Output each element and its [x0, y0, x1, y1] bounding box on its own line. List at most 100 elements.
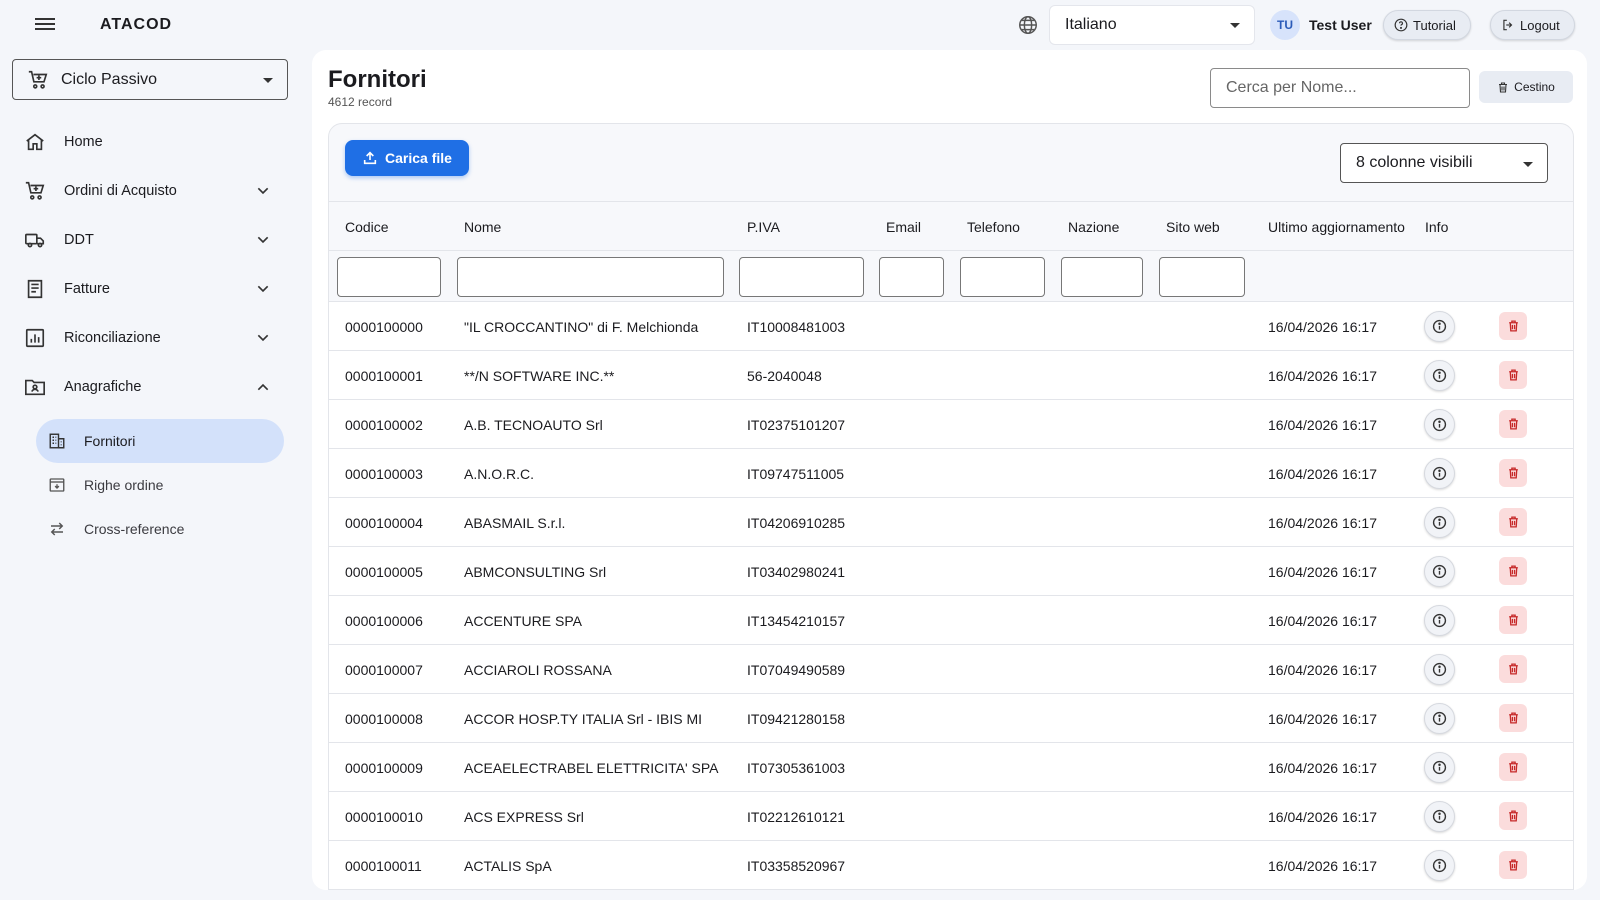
column-header-codice[interactable]: Codice — [345, 219, 389, 235]
info-button[interactable] — [1424, 409, 1455, 440]
data-table: Carica file 8 colonne visibili Codice No… — [328, 123, 1574, 890]
table-row[interactable]: 0000100009 ACEAELECTRABEL ELETTRICITA' SP… — [329, 743, 1573, 792]
column-header-nazione[interactable]: Nazione — [1068, 219, 1119, 235]
truck-icon — [25, 233, 45, 248]
delete-button[interactable] — [1499, 312, 1527, 340]
info-button[interactable] — [1424, 556, 1455, 587]
sidebar-item-fatture[interactable]: Fatture — [0, 269, 290, 309]
info-button[interactable] — [1424, 801, 1455, 832]
cell-nome: ACCOR HOSP.TY ITALIA Srl - IBIS MI — [464, 711, 703, 727]
cell-piva: IT02212610121 — [747, 809, 846, 825]
info-icon — [1432, 809, 1447, 824]
cell-aggiornamento: 16/04/2026 16:17 — [1268, 319, 1377, 335]
chevron-down-icon — [257, 334, 269, 342]
table-row[interactable]: 0000100002 A.B. TECNOAUTO Srl IT0237510120… — [329, 400, 1573, 449]
delete-button[interactable] — [1499, 753, 1527, 781]
info-button[interactable] — [1424, 311, 1455, 342]
delete-button[interactable] — [1499, 704, 1527, 732]
cell-aggiornamento: 16/04/2026 16:17 — [1268, 515, 1377, 531]
cell-piva: IT02375101207 — [747, 417, 846, 433]
cell-aggiornamento: 16/04/2026 16:17 — [1268, 466, 1377, 482]
info-button[interactable] — [1424, 703, 1455, 734]
trash-icon — [1508, 810, 1518, 822]
filter-piva-input[interactable] — [739, 257, 864, 297]
upload-file-button[interactable]: Carica file — [345, 140, 469, 176]
delete-button[interactable] — [1499, 361, 1527, 389]
info-button[interactable] — [1424, 850, 1455, 881]
sidebar-item-ddt[interactable]: DDT — [0, 220, 290, 260]
info-icon — [1432, 515, 1447, 530]
avatar[interactable]: TU — [1270, 10, 1300, 40]
table-row[interactable]: 0000100006 ACCENTURE SPA IT13454210157 16/0… — [329, 596, 1573, 645]
app-brand: ATACOD — [100, 16, 173, 33]
filter-codice-input[interactable] — [337, 257, 441, 297]
cell-aggiornamento: 16/04/2026 16:17 — [1268, 858, 1377, 874]
filter-nazione-input[interactable] — [1061, 257, 1143, 297]
table-row[interactable]: 0000100003 A.N.O.R.C. IT09747511005 16/04/2… — [329, 449, 1573, 498]
info-button[interactable] — [1424, 360, 1455, 391]
sidebar-subitem-righe-ordine[interactable]: Righe ordine — [36, 463, 284, 507]
language-select[interactable]: Italiano — [1049, 5, 1255, 45]
chevron-up-icon — [257, 383, 269, 391]
sidebar-item-ordini[interactable]: Ordini di Acquisto — [0, 171, 290, 211]
table-row[interactable]: 0000100004 ABASMAIL S.r.l. IT04206910285 16… — [329, 498, 1573, 547]
info-button[interactable] — [1424, 752, 1455, 783]
columns-visibility-select[interactable]: 8 colonne visibili — [1340, 143, 1548, 183]
column-header-nome[interactable]: Nome — [464, 219, 501, 235]
filter-sito-web-input[interactable] — [1159, 257, 1245, 297]
sidebar-item-home[interactable]: Home — [0, 122, 290, 162]
chevron-down-icon — [1230, 23, 1240, 28]
sidebar-item-anagrafiche[interactable]: Anagrafiche — [0, 367, 290, 407]
delete-button[interactable] — [1499, 557, 1527, 585]
delete-button[interactable] — [1499, 655, 1527, 683]
delete-button[interactable] — [1499, 410, 1527, 438]
table-row[interactable]: 0000100007 ACCIAROLI ROSSANA IT07049490589… — [329, 645, 1573, 694]
column-header-piva[interactable]: P.IVA — [747, 219, 780, 235]
table-row[interactable]: 0000100000 "IL CROCCANTINO" di F. Melchio… — [329, 302, 1573, 351]
column-header-sito-web[interactable]: Sito web — [1166, 219, 1220, 235]
filter-email-input[interactable] — [879, 257, 944, 297]
info-button[interactable] — [1424, 605, 1455, 636]
table-row[interactable]: 0000100001 **/N SOFTWARE INC.** 56-2040048… — [329, 351, 1573, 400]
logout-label: Logout — [1520, 17, 1560, 33]
search-input[interactable] — [1210, 68, 1470, 108]
sidebar-subitem-fornitori[interactable]: Fornitori — [36, 419, 284, 463]
module-select[interactable]: Ciclo Passivo — [12, 59, 288, 100]
cell-codice: 0000100007 — [345, 662, 423, 678]
column-header-email[interactable]: Email — [886, 219, 921, 235]
table-row[interactable]: 0000100008 ACCOR HOSP.TY ITALIA Srl - IBI… — [329, 694, 1573, 743]
table-row[interactable]: 0000100010 ACS EXPRESS Srl IT02212610121 16… — [329, 792, 1573, 841]
sidebar-item-riconciliazione[interactable]: Riconciliazione — [0, 318, 290, 358]
tutorial-button[interactable]: Tutorial — [1383, 10, 1471, 40]
record-count: 4612 record — [328, 95, 393, 109]
trash-button[interactable]: Cestino — [1479, 71, 1573, 103]
cell-nome: **/N SOFTWARE INC.** — [464, 368, 615, 384]
filter-nome-input[interactable] — [457, 257, 724, 297]
module-value: Ciclo Passivo — [61, 70, 158, 88]
cart-icon — [28, 70, 48, 89]
table-row[interactable]: 0000100011 ACTALIS SpA IT03358520967 16/04/… — [329, 841, 1573, 889]
column-header-telefono[interactable]: Telefono — [967, 219, 1020, 235]
delete-button[interactable] — [1499, 606, 1527, 634]
delete-button[interactable] — [1499, 851, 1527, 879]
help-icon — [1394, 18, 1408, 32]
info-button[interactable] — [1424, 654, 1455, 685]
cell-codice: 0000100003 — [345, 466, 423, 482]
info-button[interactable] — [1424, 507, 1455, 538]
menu-icon[interactable] — [33, 15, 57, 35]
delete-button[interactable] — [1499, 508, 1527, 536]
cell-aggiornamento: 16/04/2026 16:17 — [1268, 662, 1377, 678]
cell-piva: IT07049490589 — [747, 662, 846, 678]
logout-button[interactable]: Logout — [1490, 10, 1575, 40]
table-row[interactable]: 0000100005 ABMCONSULTING Srl IT03402980241… — [329, 547, 1573, 596]
info-button[interactable] — [1424, 458, 1455, 489]
cell-aggiornamento: 16/04/2026 16:17 — [1268, 809, 1377, 825]
delete-button[interactable] — [1499, 802, 1527, 830]
user-name: Test User — [1309, 17, 1372, 33]
info-icon — [1432, 858, 1447, 873]
delete-button[interactable] — [1499, 459, 1527, 487]
column-header-ultimo-aggiornamento[interactable]: Ultimo aggiornamento — [1268, 219, 1405, 235]
cell-aggiornamento: 16/04/2026 16:17 — [1268, 613, 1377, 629]
sidebar-subitem-cross-reference[interactable]: Cross-reference — [36, 507, 284, 551]
filter-telefono-input[interactable] — [960, 257, 1045, 297]
